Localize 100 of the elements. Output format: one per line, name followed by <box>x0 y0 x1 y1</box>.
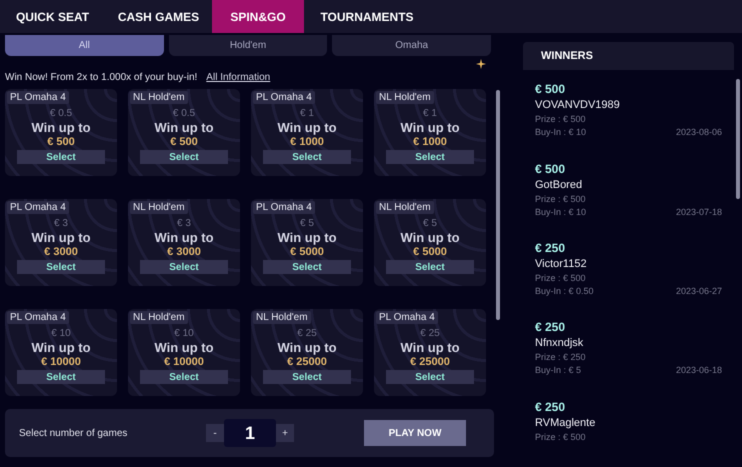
info-link[interactable]: All Information <box>206 72 270 82</box>
winner-date: 2023-06-27 <box>676 286 722 296</box>
variant-tag: PL Omaha 4 <box>7 91 69 104</box>
prize-amount: € 10000 <box>164 356 204 368</box>
count-field[interactable]: 1 <box>224 419 276 447</box>
variant-tag: NL Hold'em <box>130 311 188 324</box>
select-button[interactable]: Select <box>140 370 228 384</box>
buy-in-amount: € 1 <box>423 108 437 119</box>
winner-amount: € 250 <box>535 241 566 256</box>
winner-date: 2023-06-18 <box>676 365 722 376</box>
variant-tag: NL Hold'em <box>130 91 188 104</box>
prize-amount: € 10000 <box>41 356 81 368</box>
variant-tag: PL Omaha 4 <box>7 311 69 324</box>
win-headline: Win up to <box>400 340 460 355</box>
prize-amount: € 1000 <box>290 136 324 148</box>
nav-tab[interactable]: QUICK SEAT <box>0 0 105 33</box>
prize-amount: € 500 <box>47 136 75 148</box>
prize-amount: € 25000 <box>287 356 327 368</box>
select-button[interactable]: Select <box>386 370 474 384</box>
winner-name: VOVANVDV1989 <box>535 99 621 112</box>
winner-amount: € 250 <box>535 400 566 414</box>
winner-amount: € 500 <box>535 82 566 96</box>
win-headline: Win up to <box>400 230 460 245</box>
select-button[interactable]: Select <box>140 260 228 274</box>
select-button[interactable]: Select <box>17 150 105 164</box>
variant-tag: NL Hold'em <box>376 91 434 104</box>
buy-in-amount: € 1 <box>300 108 314 119</box>
buy-in-amount: € 10 <box>51 328 71 339</box>
winner-buy-in: Buy-In : € 5 <box>535 365 582 376</box>
win-headline: Win up to <box>277 120 337 135</box>
buy-in-amount: € 25 <box>297 328 317 339</box>
winner-name: RVMaglente <box>535 416 596 429</box>
win-headline: Win up to <box>277 340 337 355</box>
select-button[interactable]: Select <box>386 260 474 274</box>
winner-amount: € 250 <box>535 320 566 334</box>
filter-tab[interactable]: Hold'em <box>168 35 328 56</box>
winner-buy-in: Buy-In : € 10 <box>535 127 586 138</box>
buy-in-amount: € 3 <box>54 218 68 229</box>
win-headline: Win up to <box>31 120 91 135</box>
select-button[interactable]: Select <box>386 150 474 164</box>
nav-tab[interactable]: TOURNAMENTS <box>304 0 430 33</box>
winner-date: 2023-08-06 <box>676 127 722 138</box>
winner-amount: € 500 <box>535 162 566 176</box>
winner-prize: Prize : € 500 <box>535 194 587 204</box>
variant-tag: NL Hold'em <box>376 201 434 214</box>
buy-in-amount: € 10 <box>174 328 194 339</box>
buy-in-amount: € 0.5 <box>172 108 196 119</box>
winner-date: 2023-07-18 <box>676 206 722 217</box>
prize-amount: € 5000 <box>413 246 447 258</box>
prize-amount: € 5000 <box>290 246 324 258</box>
win-headline: Win up to <box>154 120 214 135</box>
sparkle-icon <box>476 59 486 69</box>
count-label: Select number of games <box>19 428 128 438</box>
buy-in-amount: € 3 <box>177 218 191 229</box>
variant-tag: PL Omaha 4 <box>253 201 315 214</box>
variant-tag: PL Omaha 4 <box>253 91 315 104</box>
panel-title: WINNERS <box>523 42 734 70</box>
winner-prize: Prize : € 500 <box>535 114 587 124</box>
filter-tab[interactable]: All <box>5 35 164 56</box>
prize-amount: € 500 <box>170 136 198 148</box>
winner-name: GotBored <box>535 178 584 191</box>
winner-buy-in: Buy-In : € 0.50 <box>535 286 594 296</box>
select-button[interactable]: Select <box>263 370 351 384</box>
win-headline: Win up to <box>154 230 214 245</box>
nav-tab[interactable]: SPIN&GO <box>212 0 304 33</box>
winner-prize: Prize : € 500 <box>535 432 587 442</box>
prize-amount: € 1000 <box>413 136 447 148</box>
increment-button[interactable]: + <box>276 424 294 442</box>
win-headline: Win up to <box>31 340 91 355</box>
select-button[interactable]: Select <box>263 260 351 274</box>
select-button[interactable]: Select <box>263 150 351 164</box>
decrement-button[interactable]: - <box>206 424 224 442</box>
winner-buy-in: Buy-In : € 10 <box>535 206 586 217</box>
variant-tag: PL Omaha 4 <box>376 311 438 324</box>
buy-in-amount: € 5 <box>300 218 314 229</box>
win-headline: Win up to <box>277 230 337 245</box>
win-headline: Win up to <box>154 340 214 355</box>
winner-name: Victor1152 <box>535 258 588 270</box>
variant-tag: PL Omaha 4 <box>7 201 69 214</box>
winner-name: Nfnxndjsk <box>535 337 584 350</box>
variant-tag: NL Hold'em <box>130 201 188 214</box>
winner-prize: Prize : € 500 <box>535 273 587 284</box>
nav-tab[interactable]: CASH GAMES <box>105 0 212 33</box>
prize-amount: € 25000 <box>410 356 450 368</box>
scrollbar[interactable] <box>496 90 500 320</box>
win-headline: Win up to <box>31 230 91 245</box>
info-text: Win Now! From 2x to 1.000x of your buy-in! <box>5 72 198 82</box>
select-button[interactable]: Select <box>17 260 105 274</box>
prize-amount: € 3000 <box>167 246 201 258</box>
filter-tab[interactable]: Omaha <box>332 35 492 56</box>
play-now-button[interactable]: PLAY NOW <box>364 420 466 446</box>
winner-prize: Prize : € 250 <box>535 352 587 362</box>
buy-in-amount: € 0.5 <box>50 108 72 119</box>
variant-tag: NL Hold'em <box>253 311 311 324</box>
prize-amount: € 3000 <box>44 246 78 258</box>
win-headline: Win up to <box>400 120 460 135</box>
select-button[interactable]: Select <box>140 150 228 164</box>
select-button[interactable]: Select <box>17 370 105 384</box>
buy-in-amount: € 25 <box>420 328 440 339</box>
scrollbar[interactable] <box>736 79 740 199</box>
